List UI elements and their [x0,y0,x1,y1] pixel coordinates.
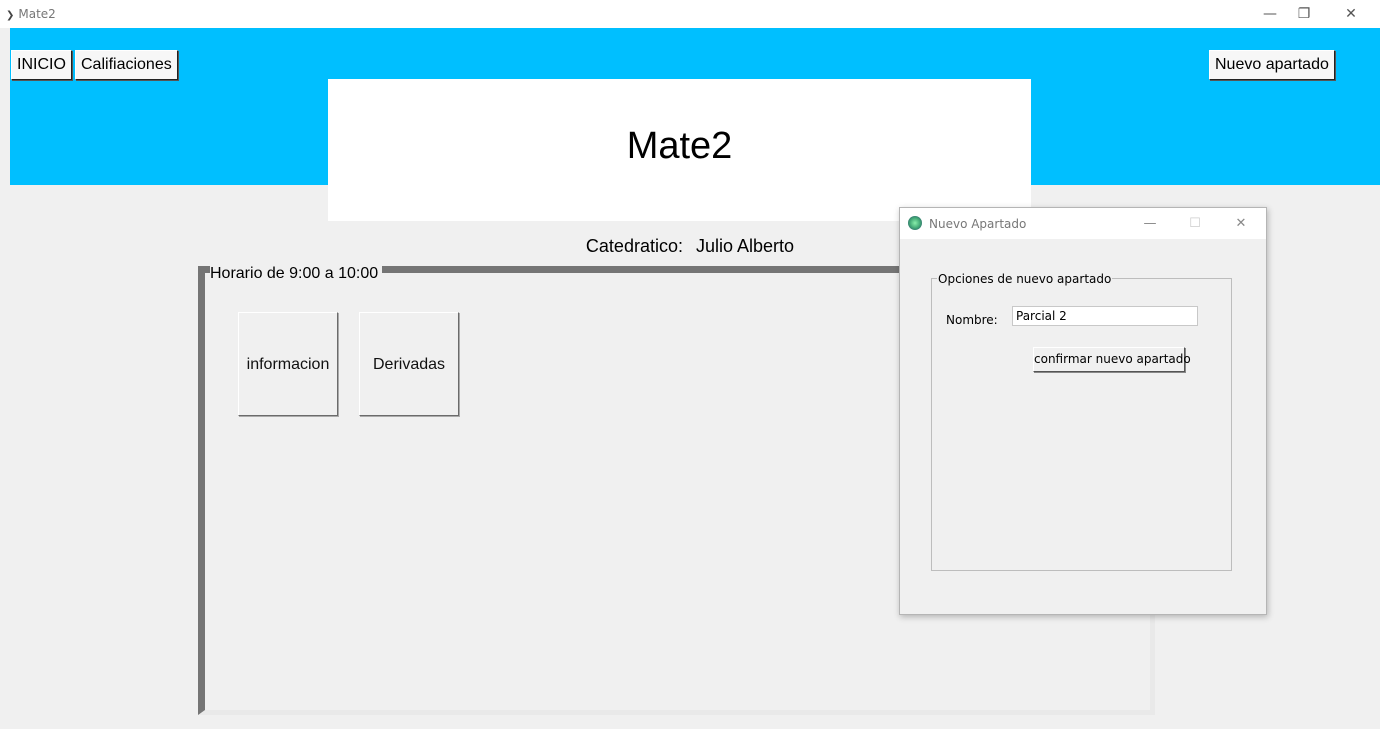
course-title-box: Mate2 [328,79,1031,221]
dialog-title: Nuevo Apartado [929,217,1027,231]
restore-icon[interactable]: ❐ [1289,4,1319,24]
derivadas-button[interactable]: Derivadas [359,312,459,416]
dialog-app-icon [908,216,922,230]
app-icon: ❯ [6,10,15,21]
inicio-button[interactable]: INICIO [11,50,72,80]
nuevo-apartado-button[interactable]: Nuevo apartado [1209,50,1335,80]
catedratico-label: Catedratico: [585,236,683,256]
dialog-close-icon[interactable]: ✕ [1229,214,1253,234]
window-title-text: Mate2 [18,7,56,21]
catedratico-name: Julio Alberto [696,236,795,256]
dialog-maximize-icon: ☐ [1189,216,1201,231]
options-group-label: Opciones de nuevo apartado [937,272,1113,286]
schedule-group-label: Horario de 9:00 a 10:00 [210,265,383,283]
close-icon[interactable]: ✕ [1336,4,1366,24]
course-title: Mate2 [626,125,733,167]
calificaciones-button[interactable]: Califiaciones [75,50,178,80]
dialog-title-bar[interactable]: Nuevo Apartado — ☐ ✕ [900,208,1266,239]
minimize-icon[interactable]: — [1255,4,1285,24]
nombre-input[interactable] [1012,306,1198,326]
informacion-button[interactable]: informacion [238,312,338,416]
main-title-bar: ❯ Mate2 — ❐ ✕ [0,0,1380,28]
nuevo-apartado-dialog: Nuevo Apartado — ☐ ✕ Opciones de nuevo a… [899,207,1267,615]
window-title: ❯ Mate2 [6,7,56,21]
dialog-minimize-icon[interactable]: — [1138,214,1162,234]
nombre-label: Nombre: [946,313,998,327]
confirmar-nuevo-apartado-button[interactable]: confirmar nuevo apartado [1033,347,1191,372]
